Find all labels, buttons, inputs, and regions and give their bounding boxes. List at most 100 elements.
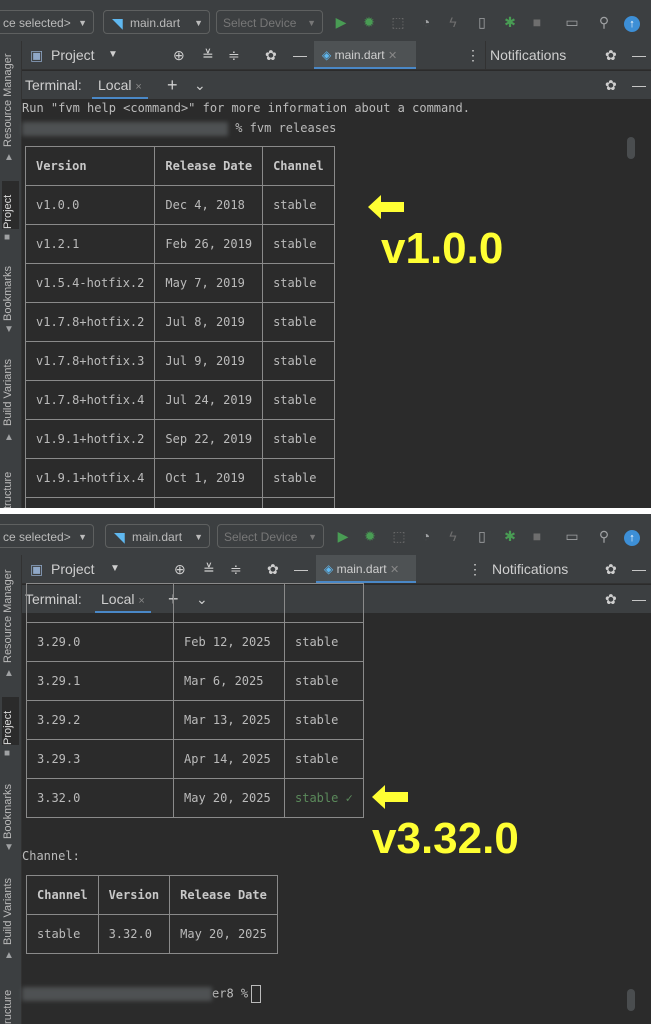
device-dropdown[interactable]: Select Device ▼: [216, 10, 323, 34]
update-icon[interactable]: ↑: [622, 526, 642, 546]
table-row: [24, 497, 335, 508]
close-icon[interactable]: ×: [135, 81, 141, 93]
gear-icon[interactable]: ✿: [605, 585, 617, 613]
collapse-icon[interactable]: ≚: [203, 555, 215, 583]
date-cell: [173, 583, 285, 623]
device-manager-icon[interactable]: ▭: [562, 526, 582, 546]
bookmarks-tab[interactable]: Bookmarks: [2, 771, 19, 839]
gear-icon[interactable]: ✿: [605, 41, 617, 69]
help-line: Run "fvm help <command>" for more inform…: [22, 101, 470, 115]
minimize-icon[interactable]: —: [632, 71, 646, 99]
minimize-icon[interactable]: —: [632, 41, 646, 69]
expand-icon[interactable]: ≑: [230, 555, 242, 583]
add-tab-icon[interactable]: +: [167, 71, 178, 99]
tab-main-dart[interactable]: ◈ main.dart ✕: [316, 555, 416, 583]
crosshair-icon[interactable]: ⊕: [173, 41, 185, 69]
gear-icon[interactable]: ✿: [605, 71, 617, 99]
search-icon[interactable]: ⚲: [594, 12, 614, 32]
table-row: v1.9.1+hotfix.2 Sep 22, 2019 stable: [24, 419, 335, 459]
chevron-down-icon[interactable]: ▼: [108, 41, 118, 69]
more-icon[interactable]: ⋮: [468, 555, 482, 583]
chevron-down-icon: ▼: [78, 532, 87, 542]
android-icon[interactable]: ✱: [500, 12, 520, 32]
build-variants-tab[interactable]: Build Variants: [2, 865, 19, 945]
more-icon[interactable]: ⋮: [466, 41, 480, 69]
structure-tab[interactable]: tructure: [2, 461, 19, 508]
table-row: v1.9.1+hotfix.4 Oct 1, 2019 stable: [24, 458, 335, 498]
terminal-output[interactable]: Run "fvm help <command>" for more inform…: [22, 99, 637, 508]
gear-icon[interactable]: ✿: [267, 555, 279, 583]
minimize-icon[interactable]: —: [632, 585, 646, 613]
profile-icon[interactable]: ◔: [416, 12, 436, 32]
prompt-line[interactable]: er8 %: [22, 985, 262, 1003]
minimize-icon[interactable]: —: [632, 555, 646, 583]
divider: [485, 41, 486, 69]
play-icon[interactable]: ▶: [333, 526, 353, 546]
table-row: v1.7.8+hotfix.2 Jul 8, 2019 stable: [24, 302, 335, 342]
android-icon[interactable]: ✱: [500, 526, 520, 546]
date-cell: [154, 497, 264, 508]
crosshair-icon[interactable]: ⊕: [174, 555, 186, 583]
bookmarks-tab[interactable]: Bookmarks: [2, 253, 19, 321]
bug-icon[interactable]: ✹: [359, 12, 379, 32]
hot-reload-icon[interactable]: ϟ: [443, 12, 463, 32]
bug-icon[interactable]: ✹: [360, 526, 380, 546]
device-dropdown[interactable]: Select Device ▼: [217, 524, 324, 548]
annotation-label: v3.32.0: [372, 814, 519, 863]
search-icon[interactable]: ⚲: [594, 526, 614, 546]
project-tab[interactable]: Project: [2, 181, 19, 229]
channel-cell: stable: [262, 224, 335, 264]
project-tab[interactable]: Project: [2, 697, 19, 745]
stop-icon[interactable]: ■: [527, 12, 547, 32]
terminal-output[interactable]: 3.29.0 Feb 12, 2025 stable 3.29.1 Mar 6, 20…: [22, 583, 637, 1024]
device-file-icon[interactable]: ▯: [472, 12, 492, 32]
tab-local[interactable]: Local ×: [92, 71, 148, 99]
profile-icon[interactable]: ◔: [416, 526, 436, 546]
tab-main-dart[interactable]: ◈ main.dart ✕: [314, 41, 416, 69]
resource-manager-tab[interactable]: Resource Manager: [2, 563, 19, 663]
minimize-icon[interactable]: —: [294, 555, 308, 583]
scrollbar-thumb[interactable]: [627, 137, 635, 159]
version-cell: v1.7.8+hotfix.2: [24, 302, 156, 342]
chevron-down-icon[interactable]: ▼: [110, 555, 120, 583]
play-icon[interactable]: ▶: [331, 12, 351, 32]
table-row: v1.7.8+hotfix.4 Jul 24, 2019 stable: [24, 380, 335, 420]
project-view-selector[interactable]: Project: [51, 555, 95, 583]
device-selector[interactable]: ce selected> ▼: [0, 524, 94, 548]
version-cell: v1.9.1+hotfix.4: [24, 458, 156, 498]
minimize-icon[interactable]: —: [293, 41, 307, 69]
gear-icon[interactable]: ✿: [605, 555, 617, 583]
collapse-icon[interactable]: ≚: [202, 41, 214, 69]
close-icon[interactable]: ✕: [388, 50, 397, 62]
chevron-down-icon[interactable]: ⌄: [194, 71, 206, 99]
update-icon[interactable]: ↑: [622, 12, 642, 32]
stop-icon[interactable]: ■: [527, 526, 547, 546]
table-row: [26, 583, 364, 623]
channel-cell: stable: [262, 341, 335, 381]
device-file-icon[interactable]: ▯: [472, 526, 492, 546]
project-view-selector[interactable]: Project: [51, 41, 95, 69]
table-row: v1.0.0 Dec 4, 2018 stable: [24, 185, 335, 225]
folder-icon: ■: [4, 232, 11, 243]
prompt-tail: er8 %: [212, 986, 249, 1001]
device-manager-icon[interactable]: ▭: [562, 12, 582, 32]
date-cell: Mar 6, 2025: [173, 661, 285, 701]
chevron-down-icon: ▼: [307, 18, 316, 28]
resource-manager-tab[interactable]: Resource Manager: [2, 47, 19, 147]
build-variants-tab[interactable]: Build Variants: [2, 346, 19, 426]
gear-icon[interactable]: ✿: [265, 41, 277, 69]
run-config-label: main.dart: [132, 530, 183, 544]
run-config-selector[interactable]: ◥ main.dart ▼: [105, 524, 210, 548]
hot-reload-icon[interactable]: ϟ: [443, 526, 463, 546]
expand-icon[interactable]: ≑: [228, 41, 240, 69]
attach-debugger-icon[interactable]: ⬚: [388, 12, 408, 32]
chevron-down-icon: ▼: [78, 18, 87, 28]
device-selector[interactable]: ce selected> ▼: [0, 10, 94, 34]
version-cell: 3.29.3: [26, 739, 174, 779]
run-config-selector[interactable]: ◥ main.dart ▼: [103, 10, 210, 34]
dart-file-icon: ◈: [322, 48, 332, 62]
structure-tab[interactable]: tructure: [2, 979, 19, 1024]
attach-debugger-icon[interactable]: ⬚: [389, 526, 409, 546]
scrollbar-thumb[interactable]: [627, 989, 635, 1011]
close-icon[interactable]: ✕: [390, 564, 399, 576]
